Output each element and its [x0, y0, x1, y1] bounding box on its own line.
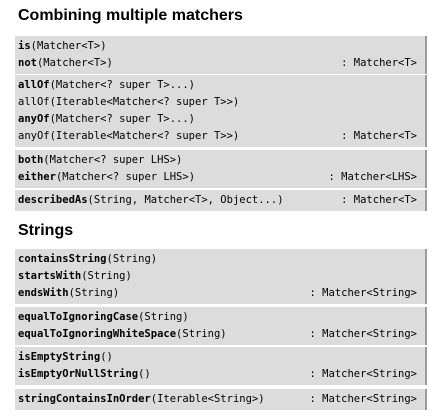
method-name: endsWith: [18, 287, 69, 299]
code-line: endsWith(String) : Matcher<String>: [18, 285, 421, 302]
method-name: equalToIgnoringCase: [18, 311, 139, 323]
code-line: describedAs(String, Matcher<T>, Object..…: [18, 192, 421, 209]
return-type: : Matcher<String>: [309, 393, 417, 405]
code-line: stringContainsInOrder(Iterable<String>):…: [18, 391, 421, 408]
return-type: : Matcher<String>: [309, 287, 417, 299]
method-name: startsWith: [18, 270, 82, 282]
code-line: isEmptyString(): [18, 349, 421, 366]
method-args: (): [138, 368, 151, 380]
method-name: allOf: [18, 79, 50, 91]
method-name: either: [18, 171, 56, 183]
code-line: startsWith(String): [18, 268, 421, 285]
code-line: not(Matcher<T>) : Matcher<T>: [18, 55, 421, 72]
code-line: either(Matcher<? super LHS>) : Matcher<LH…: [18, 169, 421, 186]
method-name: is: [18, 40, 31, 52]
method-name: stringContainsInOrder: [18, 393, 151, 405]
code-line: allOf(Iterable<Matcher<? super T>>): [18, 94, 421, 111]
code-group-isempty: isEmptyString() isEmptyOrNullString(): M…: [15, 347, 427, 385]
method-args: (Iterable<String>): [150, 393, 265, 405]
code-line: anyOf(Iterable<Matcher<? super T>>) : Mat…: [18, 128, 421, 145]
method-args: (Matcher<T>): [30, 40, 107, 52]
method-name: equalToIgnoringWhiteSpace: [18, 328, 177, 340]
method-name: containsString: [18, 253, 107, 265]
section-heading-combining: Combining multiple matchers: [18, 7, 243, 24]
method-args: (String): [106, 253, 158, 265]
code-line: containsString(String): [18, 251, 421, 268]
return-type: : Matcher<String>: [309, 328, 417, 340]
code-group-equal-ignoring: equalToIgnoringCase(String) equalToIgnor…: [15, 307, 427, 345]
method-args: (Matcher<? super LHS>): [55, 171, 196, 183]
method-name: anyOf: [18, 130, 50, 142]
code-group-stringcontainsinorder: stringContainsInOrder(Iterable<String>):…: [15, 389, 427, 410]
return-type: : Matcher<T>: [341, 130, 417, 142]
code-line: both(Matcher<? super LHS>): [18, 152, 421, 169]
code-group-both-either: both(Matcher<? super LHS>) either(Matche…: [15, 150, 427, 188]
code-line: allOf(Matcher<? super T>...): [18, 77, 421, 94]
method-args: (Matcher<? super LHS>): [43, 154, 183, 166]
return-type: : Matcher<T>: [341, 57, 417, 69]
method-args: (String): [81, 270, 132, 282]
method-name: describedAs: [18, 194, 88, 206]
method-args: (Matcher<T>): [36, 57, 113, 69]
code-line: equalToIgnoringCase(String): [18, 309, 421, 326]
method-args: (Matcher<? super T>...): [49, 113, 196, 125]
code-group-is-not: is(Matcher<T>) not(Matcher<T>): Matcher<…: [15, 36, 427, 74]
method-name: allOf: [18, 96, 50, 108]
code-line: equalToIgnoringWhiteSpace(String) : Match…: [18, 326, 421, 343]
code-line: anyOf(Matcher<? super T>...): [18, 111, 421, 128]
method-args: (String): [68, 287, 120, 299]
method-args: (String): [176, 328, 227, 340]
code-line: is(Matcher<T>): [18, 38, 421, 55]
method-name: not: [18, 57, 37, 69]
code-group-allof-anyof: allOf(Matcher<? super T>...) allOf(Itera…: [15, 75, 427, 147]
method-name: isEmptyOrNullString: [18, 368, 139, 380]
return-type: : Matcher<LHS>: [328, 171, 417, 183]
method-args: (String): [138, 311, 189, 323]
method-args: (Iterable<Matcher<? super T>>): [49, 130, 240, 142]
method-name: anyOf: [18, 113, 50, 125]
method-name: both: [18, 154, 44, 166]
code-group-contains: containsString(String) startsWith(String…: [15, 249, 427, 304]
method-name: isEmptyString: [18, 351, 101, 363]
method-args: (Iterable<Matcher<? super T>>): [49, 96, 240, 108]
method-args: (Matcher<? super T>...): [49, 79, 196, 91]
method-args: (String, Matcher<T>, Object...): [87, 194, 284, 206]
return-type: : Matcher<String>: [309, 368, 417, 380]
return-type: : Matcher<T>: [341, 194, 417, 206]
code-group-describedas: describedAs(String, Matcher<T>, Object..…: [15, 190, 427, 211]
method-args: (): [100, 351, 113, 363]
section-heading-strings: Strings: [18, 222, 74, 239]
code-line: isEmptyOrNullString() : Matcher<String>: [18, 366, 421, 383]
